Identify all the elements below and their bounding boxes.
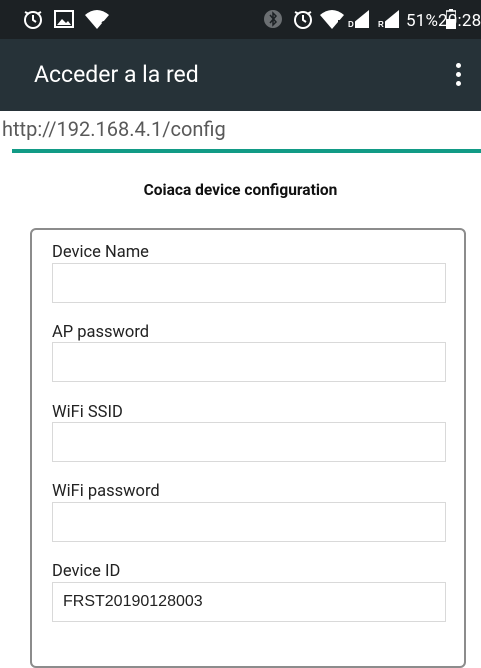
image-icon <box>53 8 75 30</box>
url-bar: http://192.168.4.1/config <box>0 111 481 149</box>
page-load-progress <box>12 149 481 153</box>
notification-icon <box>22 8 44 30</box>
ap-password-input[interactable] <box>52 342 446 382</box>
device-name-label: Device Name <box>52 243 149 262</box>
signal-icon: D <box>345 8 371 30</box>
bluetooth-icon <box>262 8 284 30</box>
wifi-icon <box>319 8 345 30</box>
status-bar: ? D R 51% 20:28 <box>0 0 481 39</box>
page-title: Coiaca device configuration <box>143 181 338 199</box>
wifi-unknown-icon: ? <box>84 8 110 30</box>
svg-text:D: D <box>348 20 354 29</box>
wifi-password-input[interactable] <box>52 502 446 542</box>
svg-text:R: R <box>378 20 384 29</box>
clock: 20:28 <box>438 11 481 31</box>
device-id-input[interactable] <box>52 582 446 622</box>
url-text: http://192.168.4.1/config <box>2 117 226 141</box>
wifi-ssid-input[interactable] <box>52 422 446 462</box>
battery-percent: 51% <box>406 11 439 31</box>
wifi-password-label: WiFi password <box>52 482 160 501</box>
wifi-ssid-label: WiFi SSID <box>52 403 123 422</box>
app-title: Acceder a la red <box>34 61 199 88</box>
device-id-label: Device ID <box>52 562 121 581</box>
signal-roaming-icon: R <box>375 8 401 30</box>
svg-text:?: ? <box>101 20 107 30</box>
device-name-input[interactable] <box>52 263 446 303</box>
ap-password-label: AP password <box>52 323 150 342</box>
more-vert-icon[interactable] <box>446 61 470 89</box>
alarm-icon <box>292 8 314 30</box>
app-bar: Acceder a la red <box>0 39 481 111</box>
